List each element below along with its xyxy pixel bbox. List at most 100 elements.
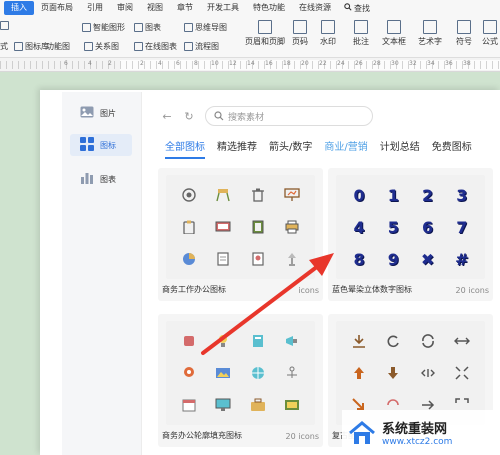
sidebar-item-images[interactable]: 图片 (70, 102, 132, 124)
ribbon-label: 式 (0, 42, 8, 51)
chart-icon (80, 172, 94, 186)
back-arrow-icon[interactable]: ← (161, 110, 173, 123)
menu-review[interactable]: 审阅 (110, 1, 140, 15)
menu-search[interactable]: 查找 (338, 3, 376, 14)
card-count: 20 icons (455, 286, 489, 295)
arrow-up-icon (342, 357, 376, 389)
menu-chapter[interactable]: 章节 (170, 1, 200, 15)
material-search-input[interactable]: 搜索素材 (205, 106, 373, 126)
refresh-icon[interactable]: ↻ (183, 110, 195, 123)
tab-all-icons[interactable]: 全部图标 (165, 138, 205, 159)
ribbon-watermark[interactable]: 水印 (320, 20, 336, 47)
ruler-number: 16 (265, 60, 273, 67)
tab-featured[interactable]: 精选推荐 (217, 138, 257, 159)
printer-icon (275, 211, 309, 243)
ribbon-item-icon (0, 21, 9, 30)
ruler-number: 22 (319, 60, 327, 67)
tab-plan-summary[interactable]: 计划总结 (380, 138, 420, 159)
ruler-number: 2 (108, 60, 112, 67)
ribbon-symbol[interactable]: 符号 (456, 20, 472, 47)
icon-pack-card-numbers[interactable]: 0 1 2 3 4 5 6 7 8 9 ✖ # 蓝色晕染立体数字图标 20 ic… (328, 168, 493, 301)
ruler-number: 4 (88, 60, 92, 67)
tab-arrows-numbers[interactable]: 箭头/数字 (269, 138, 312, 159)
ribbon-label: 批注 (353, 37, 369, 46)
ribbon-style[interactable]: 式 (0, 41, 8, 52)
menu-view[interactable]: 视图 (140, 1, 170, 15)
collapse-icon (445, 357, 479, 389)
icon-pack-card[interactable]: 商务工作办公图标 icons (158, 168, 323, 301)
expand-horizontal-icon (411, 357, 445, 389)
ribbon-function-chart[interactable]: 功能图 (46, 41, 70, 52)
ruler-number: 10 (211, 60, 219, 67)
menu-insert[interactable]: 插入 (4, 1, 34, 15)
ribbon-comment[interactable]: 批注 (353, 20, 369, 47)
wordart-icon (423, 20, 437, 34)
tab-free-icons[interactable]: 免费图标 (432, 138, 472, 159)
ribbon-mindmap[interactable]: 思维导图 (184, 22, 227, 33)
ribbon-label: 在线图表 (145, 42, 177, 51)
number-9-icon: 9 (387, 249, 399, 269)
ribbon-header-footer[interactable]: 页眉和页脚 (245, 20, 285, 47)
number-8-icon: 8 (353, 249, 365, 269)
head-gear-icon (172, 357, 206, 389)
arrow-down-icon (376, 357, 410, 389)
ribbon-partial-left[interactable] (0, 21, 9, 30)
site-watermark: 系统重装网 www.xtcz2.com (342, 410, 500, 455)
ribbon-label: 智能图形 (93, 23, 125, 32)
menu-special[interactable]: 特色功能 (246, 1, 292, 15)
monitor-icon (206, 211, 240, 243)
watermark-icon (321, 20, 335, 34)
ribbon-page-number[interactable]: 页码 (292, 20, 308, 47)
ribbon-online-chart[interactable]: 在线图表 (134, 41, 177, 52)
ribbon-chart[interactable]: 图表 (134, 22, 161, 33)
ribbon-smart-graphic[interactable]: 智能图形 (82, 22, 125, 33)
presentation-icon (275, 179, 309, 211)
ribbon-textbox[interactable]: 文本框 (382, 20, 406, 47)
tab-business-marketing[interactable]: 商业/营销 (324, 138, 367, 159)
rotate-icon (376, 325, 410, 357)
number-6-icon: 6 (422, 217, 434, 237)
ribbon-label: 公式 (482, 37, 498, 46)
icon-library-panel: ← ↻ 搜索素材 全部图标 精选推荐 箭头/数字 商业/营销 计划总结 免费图标 (143, 92, 500, 455)
ribbon-flowchart[interactable]: 流程图 (184, 41, 219, 52)
icon-pack-preview: 0 1 2 3 4 5 6 7 8 9 ✖ # (336, 175, 485, 279)
house-logo-icon (349, 420, 375, 444)
number-4-icon: 4 (353, 217, 365, 237)
menu-developer[interactable]: 开发工具 (200, 1, 246, 15)
menu-page-layout[interactable]: 页面布局 (34, 1, 80, 15)
ribbon-label: 水印 (320, 37, 336, 46)
ribbon-formula[interactable]: 公式 (482, 20, 498, 47)
ruler-number: 18 (283, 60, 291, 67)
sidebar-item-icons[interactable]: 图标 (70, 134, 132, 156)
image-icon (80, 106, 94, 120)
sidebar-item-label: 图表 (100, 174, 116, 184)
lightbulb-icon (206, 325, 240, 357)
ribbon-label: 功能图 (46, 42, 70, 51)
card-title: 蓝色晕染立体数字图标 (332, 285, 412, 294)
menu-online[interactable]: 在线资源 (292, 1, 338, 15)
lamp-icon (275, 243, 309, 275)
number-2-icon: 2 (422, 185, 434, 205)
ribbon-wordart[interactable]: 艺术字 (418, 20, 442, 47)
ruler-number: 20 (301, 60, 309, 67)
clipboard-icon (172, 211, 206, 243)
header-footer-icon (258, 20, 272, 34)
ribbon-relation-chart[interactable]: 关系图 (84, 41, 119, 52)
card-count: icons (298, 286, 319, 295)
briefcase-icon (241, 389, 275, 421)
resource-sidebar: 图片 图标 图表 (62, 92, 142, 455)
mindmap-icon (184, 23, 193, 32)
ribbon-label: 艺术字 (418, 37, 442, 46)
photo-frame-icon (275, 389, 309, 421)
ruler-number: 38 (463, 60, 471, 67)
ruler-number: 6 (176, 60, 180, 67)
pie-chart-icon (172, 243, 206, 275)
target-icon (172, 179, 206, 211)
ribbon-icon-library[interactable]: 图标库 (14, 41, 49, 52)
textbox-icon (387, 20, 401, 34)
page-number-icon (293, 20, 307, 34)
icon-pack-card[interactable]: 商务办公轮廓填充图标 20 icons (158, 314, 323, 447)
menu-references[interactable]: 引用 (80, 1, 110, 15)
ruler[interactable]: 6 4 2 2 4 6 8 10 12 14 16 18 20 22 24 26… (0, 58, 500, 72)
sidebar-item-charts[interactable]: 图表 (70, 168, 132, 190)
